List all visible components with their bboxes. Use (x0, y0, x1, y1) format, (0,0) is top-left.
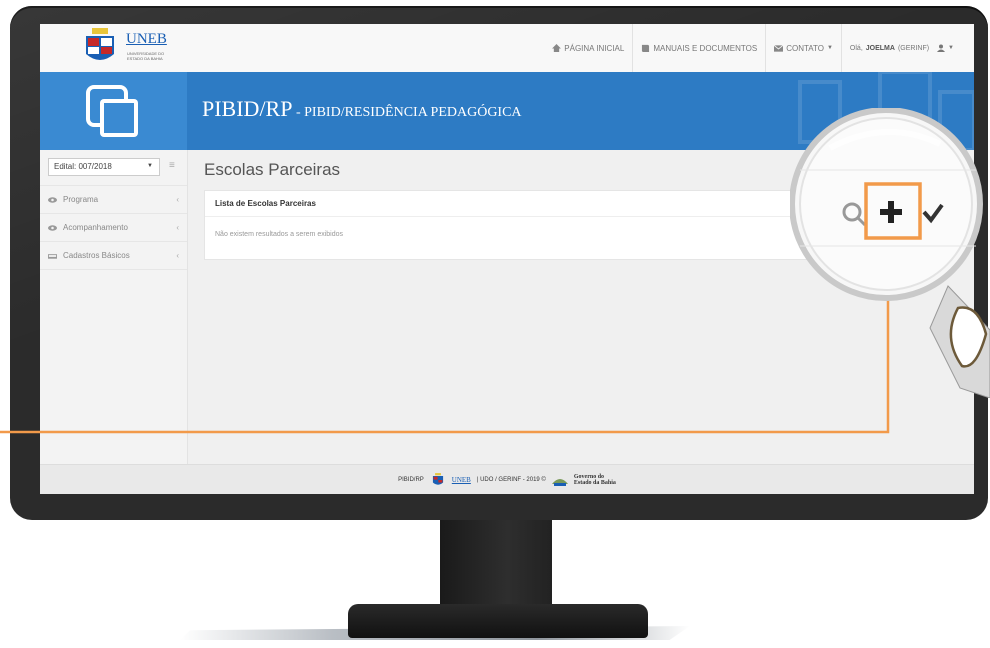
eye-icon (48, 196, 57, 203)
footer: PIBID/RP UNEB | UDO / GERINF - 2019 © Go… (40, 464, 974, 494)
user-role: (GERINF) (897, 44, 930, 52)
sidebar-item-label: Acompanhamento (63, 223, 128, 232)
magnifier-handle (929, 285, 990, 398)
top-navbar: UNEB UNIVERSIDADE DO ESTADO DA BAHIA PÁG… (40, 24, 974, 73)
chevron-down-icon: ▼ (826, 45, 833, 51)
panel-title: Lista de Escolas Parceiras (205, 191, 865, 217)
footer-gov-line2: Estado da Bahia (573, 480, 616, 486)
user-menu[interactable]: Olá, JOELMA (GERINF) ▼ (842, 24, 962, 72)
app-title-main: PIBID/RP (202, 96, 293, 121)
sidebar: Edital: 007/2018 ▼ ≡ Programa ‹ Acompanh… (40, 150, 188, 464)
sidebar-item-label: Cadastros Básicos (63, 251, 130, 260)
edital-select[interactable]: Edital: 007/2018 ▼ (48, 158, 160, 176)
empty-message: Não existem resultados a serem exibidos (215, 231, 344, 238)
magnifier-callout (790, 108, 990, 398)
app-title-sub: - PIBID/RESIDÊNCIA PEDAGÓGICA (292, 105, 522, 120)
logo-subtitle: UNIVERSIDADE DO ESTADO DA BAHIA (127, 51, 165, 61)
drive-icon (48, 253, 57, 259)
sidebar-item-programa[interactable]: Programa ‹ (40, 185, 187, 213)
sidebar-item-cadastros-basicos[interactable]: Cadastros Básicos ‹ (40, 241, 187, 270)
nav-contact[interactable]: CONTATO ▼ (766, 24, 841, 72)
app-title: PIBID/RP - PIBID/RESIDÊNCIA PEDAGÓGICA (202, 96, 522, 122)
logo-text[interactable]: UNEB (126, 31, 167, 48)
book-icon (642, 44, 650, 52)
chevron-left-icon: ‹ (176, 223, 179, 232)
page-title: Escolas Parceiras (204, 160, 341, 179)
user-greeting: Olá, (849, 44, 863, 52)
edital-select-value: Edital: 007/2018 (54, 162, 112, 171)
eye-icon (48, 224, 57, 231)
nav-home[interactable]: PÁGINA INICIAL (544, 24, 632, 72)
chevron-down-icon: ▼ (948, 45, 954, 51)
chevron-left-icon: ‹ (176, 251, 179, 260)
uneb-logo-icon[interactable] (78, 28, 122, 66)
user-icon (937, 44, 946, 52)
sidebar-menu: Programa ‹ Acompanhamento ‹ Cadastros Bá… (40, 185, 187, 270)
copy-app-icon (86, 85, 138, 137)
sidebar-item-acompanhamento[interactable]: Acompanhamento ‹ (40, 213, 187, 241)
home-icon (552, 44, 562, 52)
nav-home-label: PÁGINA INICIAL (564, 43, 625, 53)
user-name: JOELMA (865, 44, 895, 52)
sidebar-item-label: Programa (63, 195, 99, 204)
uneb-footer-logo-icon (432, 473, 443, 485)
chevron-left-icon: ‹ (176, 195, 179, 204)
chevron-down-icon: ▼ (147, 163, 153, 169)
envelope-icon (774, 44, 784, 52)
nav-contact-label: CONTATO (786, 43, 824, 53)
escolas-panel: Lista de Escolas Parceiras Não existem r… (204, 190, 866, 260)
monitor-stand-base (348, 604, 648, 638)
footer-credits: | UDO / GERINF - 2019 © (476, 477, 546, 483)
menu-toggle-icon[interactable]: ≡ (169, 160, 175, 171)
footer-gov-label: Governo do Estado da Bahia (574, 474, 616, 486)
top-nav: PÁGINA INICIAL MANUAIS E DOCUMENTOS CONT… (544, 24, 962, 72)
nav-manuals-label: MANUAIS E DOCUMENTOS (653, 43, 758, 53)
bahia-government-logo-icon (551, 479, 568, 486)
footer-uneb-link[interactable]: UNEB (452, 476, 471, 484)
nav-manuals[interactable]: MANUAIS E DOCUMENTOS (633, 24, 765, 72)
footer-app-name: PIBID/RP (398, 477, 424, 483)
